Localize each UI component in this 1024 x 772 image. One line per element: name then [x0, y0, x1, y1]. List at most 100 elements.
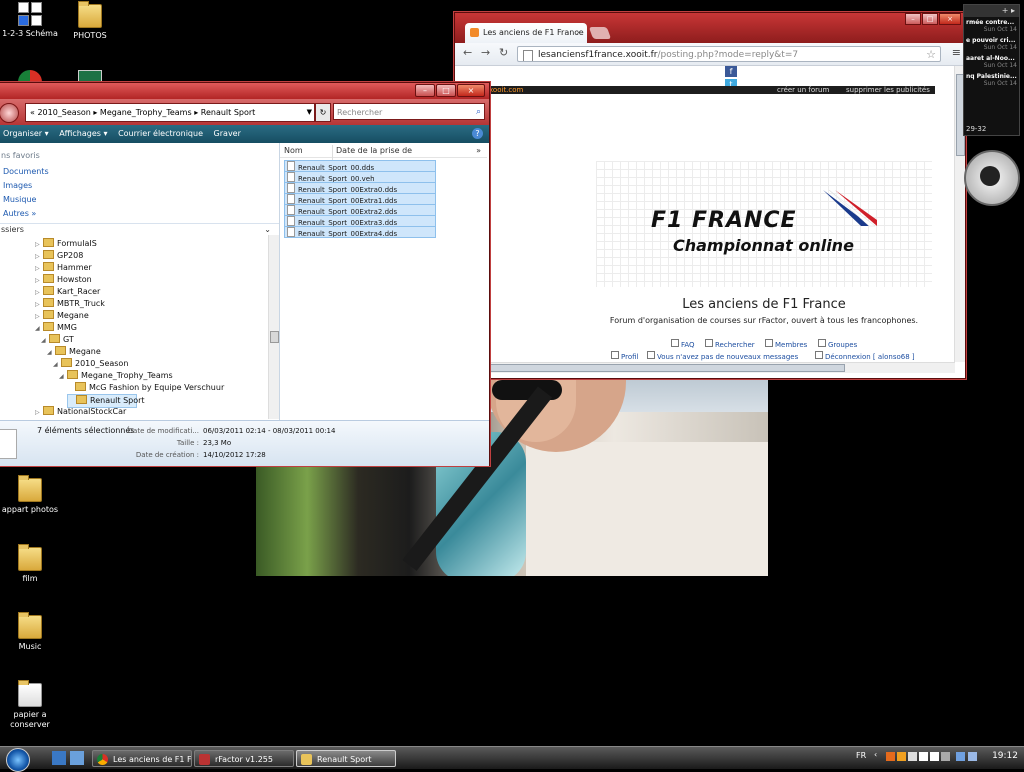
tree-item[interactable]: ▷ Kart_Racer	[35, 286, 100, 298]
logout-link[interactable]: Déconnexion [ alonso68 ]	[815, 351, 915, 361]
taskbar-button-explorer[interactable]: Renault Sport	[296, 750, 396, 767]
address-breadcrumb[interactable]: « 2010_Season ▸ Megane_Trophy_Teams ▸ Re…	[25, 103, 315, 122]
new-tab-button[interactable]	[588, 27, 612, 39]
reload-icon[interactable]: ↻	[499, 46, 508, 59]
desktop-icon-schema[interactable]: 1-2-3 Schéma	[0, 2, 60, 39]
faq-link[interactable]: FAQ	[671, 339, 695, 349]
tree-item[interactable]: ▷ MBTR_Truck	[35, 298, 105, 310]
desktop-icon-label: PHOTOS	[73, 31, 107, 40]
create-forum-link[interactable]: créer un forum	[777, 86, 829, 94]
back-arrow-icon[interactable]: ←	[463, 46, 472, 59]
tray-icon[interactable]	[886, 752, 895, 761]
explorer-window: – □ × « 2010_Season ▸ Megane_Trophy_Team…	[0, 82, 490, 466]
chevron-down-icon[interactable]: ▼	[307, 104, 312, 121]
news-headline[interactable]: e pouvoir cri...	[964, 35, 1019, 44]
desktop-icon-photos[interactable]: PHOTOS	[60, 1, 120, 41]
created-label: Date de création :	[135, 451, 199, 459]
forward-arrow-icon[interactable]: →	[481, 46, 490, 59]
xooit-link[interactable]: xooit.com	[489, 86, 523, 94]
url-host: lesanciensf1france.xooit.fr	[538, 50, 658, 60]
search-input[interactable]: Rechercher ⌕	[333, 103, 485, 120]
favorite-images[interactable]: Images	[3, 181, 32, 190]
refresh-button[interactable]: ↻	[315, 103, 331, 122]
tree-item[interactable]: ◢ Megane	[47, 346, 101, 358]
maximize-button[interactable]: □	[922, 13, 938, 25]
forum-title[interactable]: Les anciens de F1 France	[596, 297, 932, 312]
folder-icon	[18, 612, 42, 639]
tree-scrollbar[interactable]	[268, 235, 279, 419]
tray-icon[interactable]	[908, 752, 917, 761]
burn-button[interactable]: Graver	[214, 129, 241, 138]
favorite-music[interactable]: Musique	[3, 195, 36, 204]
desktop-icon-label: appart photos	[1, 505, 59, 514]
close-button[interactable]: ×	[939, 13, 961, 25]
news-headline[interactable]: nq Palestinie...	[964, 71, 1019, 80]
taskbar-button-browser[interactable]: Les anciens de F1 Fr...	[92, 750, 192, 767]
tree-item[interactable]: ▷ Hammer	[35, 262, 92, 274]
tree-item[interactable]: ◢ Megane_Trophy_Teams	[59, 370, 173, 382]
facebook-icon[interactable]: f	[725, 66, 737, 77]
tree-item[interactable]: ▷ FormulaIS	[35, 238, 97, 250]
news-headline[interactable]: aaret al-Noo...	[964, 53, 1019, 62]
language-indicator[interactable]: FR	[856, 751, 866, 760]
organize-button[interactable]: Organiser ▾	[3, 129, 49, 138]
horizontal-scrollbar[interactable]	[455, 362, 955, 373]
tree-item[interactable]: ▷ Howston	[35, 274, 92, 286]
bookmark-star-icon[interactable]: ☆	[926, 47, 936, 61]
favorite-documents[interactable]: Documents	[3, 167, 49, 176]
tray-icon[interactable]	[941, 752, 950, 761]
tray-icon[interactable]	[919, 752, 928, 761]
file-item[interactable]: Renault_Sport_00Extra4.dds	[284, 226, 436, 238]
favorite-more[interactable]: Autres »	[3, 209, 36, 218]
tree-item[interactable]: ◢ MMG	[35, 322, 77, 334]
desktop-icon-appart-photos[interactable]: appart photos	[0, 475, 60, 515]
clock[interactable]: 19:12	[992, 751, 1018, 761]
desktop-icon-papier[interactable]: papier a conserver	[0, 680, 60, 730]
switch-windows-icon[interactable]	[70, 751, 84, 765]
tree-item[interactable]: ▷ NationalStockCar	[35, 406, 126, 418]
news-pager[interactable]: 29-32	[966, 125, 986, 133]
menu-icon[interactable]: ≡	[952, 46, 961, 59]
tree-item[interactable]: McG Fashion by Equipe Verschuur	[67, 382, 224, 394]
minimize-button[interactable]: –	[905, 13, 921, 25]
help-icon[interactable]: ?	[472, 128, 483, 139]
tray-icon[interactable]	[897, 752, 906, 761]
minimize-button[interactable]: –	[415, 84, 435, 97]
profile-link[interactable]: Profil	[611, 351, 638, 361]
tray-icon[interactable]	[930, 752, 939, 761]
maximize-button[interactable]: □	[436, 84, 456, 97]
members-link[interactable]: Membres	[765, 339, 807, 349]
tab-close-icon[interactable]: ×	[575, 23, 582, 43]
more-columns-icon[interactable]: »	[476, 145, 481, 157]
show-desktop-icon[interactable]	[52, 751, 66, 765]
remove-ads-link[interactable]: supprimer les publicités	[846, 86, 930, 94]
column-name[interactable]: Nom	[284, 145, 303, 157]
folder-icon	[78, 1, 102, 28]
network-icon[interactable]	[956, 752, 965, 761]
tree-item[interactable]: ▷ GP208	[35, 250, 83, 262]
groups-link[interactable]: Groupes	[818, 339, 857, 349]
taskbar-button-rfactor[interactable]: rFactor v1.255	[194, 750, 294, 767]
views-button[interactable]: Affichages ▾	[59, 129, 107, 138]
tray-expand-icon[interactable]: ‹	[874, 750, 883, 759]
explorer-address-row: « 2010_Season ▸ Megane_Trophy_Teams ▸ Re…	[0, 99, 489, 125]
folders-header[interactable]: ssiers ⌄	[0, 223, 279, 235]
news-headline[interactable]: rmée contre...	[964, 17, 1019, 26]
start-button[interactable]	[6, 748, 30, 772]
messages-link[interactable]: Vous n'avez pas de nouveaux messages	[647, 351, 798, 361]
details-pane: 7 éléments sélectionnés Date de modifica…	[0, 420, 489, 466]
volume-icon[interactable]	[968, 752, 977, 761]
faq-icon	[671, 339, 679, 347]
tree-item[interactable]: ◢ 2010_Season	[53, 358, 128, 370]
browser-tab[interactable]: Les anciens de F1 France : ×	[465, 23, 587, 43]
desktop-icon-music[interactable]: Music	[0, 612, 60, 652]
close-button[interactable]: ×	[457, 84, 485, 97]
tree-item[interactable]: ▷ Megane	[35, 310, 89, 322]
search-link[interactable]: Rechercher	[705, 339, 755, 349]
back-button[interactable]	[0, 103, 19, 123]
desktop-icon-film[interactable]: film	[0, 544, 60, 584]
tree-item[interactable]: ◢ GT	[41, 334, 74, 346]
email-button[interactable]: Courrier électronique	[118, 129, 203, 138]
address-bar[interactable]: lesanciensf1france.xooit.fr/posting.php?…	[517, 46, 941, 62]
search-icon[interactable]: ⌕	[476, 104, 481, 121]
